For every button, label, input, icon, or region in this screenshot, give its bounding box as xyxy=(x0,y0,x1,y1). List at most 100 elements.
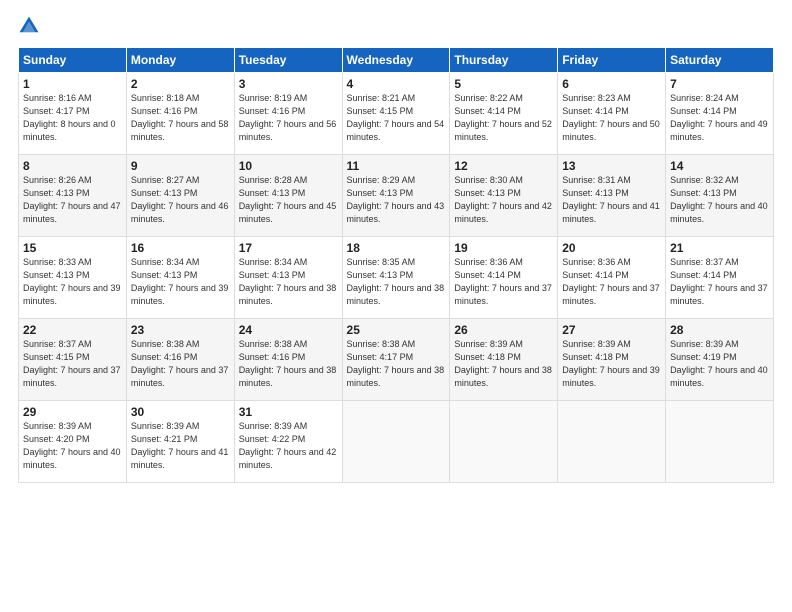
day-number: 23 xyxy=(131,323,230,337)
day-detail: Sunrise: 8:36 AMSunset: 4:14 PMDaylight:… xyxy=(562,257,660,306)
day-detail: Sunrise: 8:23 AMSunset: 4:14 PMDaylight:… xyxy=(562,93,660,142)
week-row-2: 8 Sunrise: 8:26 AMSunset: 4:13 PMDayligh… xyxy=(19,155,774,237)
day-detail: Sunrise: 8:22 AMSunset: 4:14 PMDaylight:… xyxy=(454,93,552,142)
col-header-thursday: Thursday xyxy=(450,48,558,73)
day-detail: Sunrise: 8:38 AMSunset: 4:17 PMDaylight:… xyxy=(347,339,445,388)
day-cell: 20 Sunrise: 8:36 AMSunset: 4:14 PMDaylig… xyxy=(558,237,666,319)
col-header-monday: Monday xyxy=(126,48,234,73)
day-number: 19 xyxy=(454,241,553,255)
day-cell xyxy=(666,401,774,483)
day-cell: 16 Sunrise: 8:34 AMSunset: 4:13 PMDaylig… xyxy=(126,237,234,319)
day-cell: 5 Sunrise: 8:22 AMSunset: 4:14 PMDayligh… xyxy=(450,73,558,155)
day-detail: Sunrise: 8:38 AMSunset: 4:16 PMDaylight:… xyxy=(131,339,229,388)
day-detail: Sunrise: 8:29 AMSunset: 4:13 PMDaylight:… xyxy=(347,175,445,224)
day-detail: Sunrise: 8:31 AMSunset: 4:13 PMDaylight:… xyxy=(562,175,660,224)
day-cell: 7 Sunrise: 8:24 AMSunset: 4:14 PMDayligh… xyxy=(666,73,774,155)
day-number: 12 xyxy=(454,159,553,173)
calendar-header: SundayMondayTuesdayWednesdayThursdayFrid… xyxy=(19,48,774,73)
day-detail: Sunrise: 8:33 AMSunset: 4:13 PMDaylight:… xyxy=(23,257,121,306)
day-detail: Sunrise: 8:39 AMSunset: 4:19 PMDaylight:… xyxy=(670,339,768,388)
day-detail: Sunrise: 8:34 AMSunset: 4:13 PMDaylight:… xyxy=(131,257,229,306)
week-row-1: 1 Sunrise: 8:16 AMSunset: 4:17 PMDayligh… xyxy=(19,73,774,155)
day-cell: 25 Sunrise: 8:38 AMSunset: 4:17 PMDaylig… xyxy=(342,319,450,401)
day-number: 25 xyxy=(347,323,446,337)
day-cell: 15 Sunrise: 8:33 AMSunset: 4:13 PMDaylig… xyxy=(19,237,127,319)
day-cell: 24 Sunrise: 8:38 AMSunset: 4:16 PMDaylig… xyxy=(234,319,342,401)
day-detail: Sunrise: 8:34 AMSunset: 4:13 PMDaylight:… xyxy=(239,257,337,306)
logo xyxy=(18,15,44,37)
day-detail: Sunrise: 8:26 AMSunset: 4:13 PMDaylight:… xyxy=(23,175,121,224)
day-number: 24 xyxy=(239,323,338,337)
day-detail: Sunrise: 8:39 AMSunset: 4:18 PMDaylight:… xyxy=(454,339,552,388)
header xyxy=(18,15,774,37)
day-number: 29 xyxy=(23,405,122,419)
day-detail: Sunrise: 8:39 AMSunset: 4:22 PMDaylight:… xyxy=(239,421,337,470)
col-header-wednesday: Wednesday xyxy=(342,48,450,73)
day-detail: Sunrise: 8:39 AMSunset: 4:20 PMDaylight:… xyxy=(23,421,121,470)
logo-icon xyxy=(18,15,40,37)
day-number: 11 xyxy=(347,159,446,173)
week-row-4: 22 Sunrise: 8:37 AMSunset: 4:15 PMDaylig… xyxy=(19,319,774,401)
day-detail: Sunrise: 8:27 AMSunset: 4:13 PMDaylight:… xyxy=(131,175,229,224)
col-header-sunday: Sunday xyxy=(19,48,127,73)
day-detail: Sunrise: 8:21 AMSunset: 4:15 PMDaylight:… xyxy=(347,93,445,142)
week-row-5: 29 Sunrise: 8:39 AMSunset: 4:20 PMDaylig… xyxy=(19,401,774,483)
day-number: 28 xyxy=(670,323,769,337)
day-number: 7 xyxy=(670,77,769,91)
day-cell: 2 Sunrise: 8:18 AMSunset: 4:16 PMDayligh… xyxy=(126,73,234,155)
day-cell: 9 Sunrise: 8:27 AMSunset: 4:13 PMDayligh… xyxy=(126,155,234,237)
day-number: 16 xyxy=(131,241,230,255)
day-number: 31 xyxy=(239,405,338,419)
day-number: 26 xyxy=(454,323,553,337)
day-cell: 18 Sunrise: 8:35 AMSunset: 4:13 PMDaylig… xyxy=(342,237,450,319)
day-detail: Sunrise: 8:32 AMSunset: 4:13 PMDaylight:… xyxy=(670,175,768,224)
day-cell: 22 Sunrise: 8:37 AMSunset: 4:15 PMDaylig… xyxy=(19,319,127,401)
day-detail: Sunrise: 8:39 AMSunset: 4:18 PMDaylight:… xyxy=(562,339,660,388)
day-number: 21 xyxy=(670,241,769,255)
day-detail: Sunrise: 8:36 AMSunset: 4:14 PMDaylight:… xyxy=(454,257,552,306)
day-number: 15 xyxy=(23,241,122,255)
page: SundayMondayTuesdayWednesdayThursdayFrid… xyxy=(0,0,792,612)
day-number: 9 xyxy=(131,159,230,173)
day-detail: Sunrise: 8:37 AMSunset: 4:15 PMDaylight:… xyxy=(23,339,121,388)
day-number: 1 xyxy=(23,77,122,91)
day-detail: Sunrise: 8:30 AMSunset: 4:13 PMDaylight:… xyxy=(454,175,552,224)
day-cell: 10 Sunrise: 8:28 AMSunset: 4:13 PMDaylig… xyxy=(234,155,342,237)
day-cell: 11 Sunrise: 8:29 AMSunset: 4:13 PMDaylig… xyxy=(342,155,450,237)
col-header-friday: Friday xyxy=(558,48,666,73)
col-header-tuesday: Tuesday xyxy=(234,48,342,73)
day-cell xyxy=(558,401,666,483)
day-cell: 4 Sunrise: 8:21 AMSunset: 4:15 PMDayligh… xyxy=(342,73,450,155)
day-number: 22 xyxy=(23,323,122,337)
day-number: 18 xyxy=(347,241,446,255)
day-cell: 28 Sunrise: 8:39 AMSunset: 4:19 PMDaylig… xyxy=(666,319,774,401)
day-cell: 23 Sunrise: 8:38 AMSunset: 4:16 PMDaylig… xyxy=(126,319,234,401)
day-cell: 30 Sunrise: 8:39 AMSunset: 4:21 PMDaylig… xyxy=(126,401,234,483)
day-number: 8 xyxy=(23,159,122,173)
day-detail: Sunrise: 8:18 AMSunset: 4:16 PMDaylight:… xyxy=(131,93,229,142)
day-cell: 12 Sunrise: 8:30 AMSunset: 4:13 PMDaylig… xyxy=(450,155,558,237)
day-cell: 6 Sunrise: 8:23 AMSunset: 4:14 PMDayligh… xyxy=(558,73,666,155)
day-cell: 13 Sunrise: 8:31 AMSunset: 4:13 PMDaylig… xyxy=(558,155,666,237)
day-number: 4 xyxy=(347,77,446,91)
day-cell: 31 Sunrise: 8:39 AMSunset: 4:22 PMDaylig… xyxy=(234,401,342,483)
day-cell: 3 Sunrise: 8:19 AMSunset: 4:16 PMDayligh… xyxy=(234,73,342,155)
day-detail: Sunrise: 8:16 AMSunset: 4:17 PMDaylight:… xyxy=(23,93,116,142)
day-number: 27 xyxy=(562,323,661,337)
calendar-body: 1 Sunrise: 8:16 AMSunset: 4:17 PMDayligh… xyxy=(19,73,774,483)
day-cell: 29 Sunrise: 8:39 AMSunset: 4:20 PMDaylig… xyxy=(19,401,127,483)
day-number: 2 xyxy=(131,77,230,91)
week-row-3: 15 Sunrise: 8:33 AMSunset: 4:13 PMDaylig… xyxy=(19,237,774,319)
day-cell: 14 Sunrise: 8:32 AMSunset: 4:13 PMDaylig… xyxy=(666,155,774,237)
day-detail: Sunrise: 8:35 AMSunset: 4:13 PMDaylight:… xyxy=(347,257,445,306)
day-cell: 8 Sunrise: 8:26 AMSunset: 4:13 PMDayligh… xyxy=(19,155,127,237)
header-row: SundayMondayTuesdayWednesdayThursdayFrid… xyxy=(19,48,774,73)
day-cell: 17 Sunrise: 8:34 AMSunset: 4:13 PMDaylig… xyxy=(234,237,342,319)
day-number: 17 xyxy=(239,241,338,255)
day-number: 3 xyxy=(239,77,338,91)
col-header-saturday: Saturday xyxy=(666,48,774,73)
day-cell xyxy=(450,401,558,483)
day-cell xyxy=(342,401,450,483)
day-cell: 27 Sunrise: 8:39 AMSunset: 4:18 PMDaylig… xyxy=(558,319,666,401)
day-detail: Sunrise: 8:39 AMSunset: 4:21 PMDaylight:… xyxy=(131,421,229,470)
